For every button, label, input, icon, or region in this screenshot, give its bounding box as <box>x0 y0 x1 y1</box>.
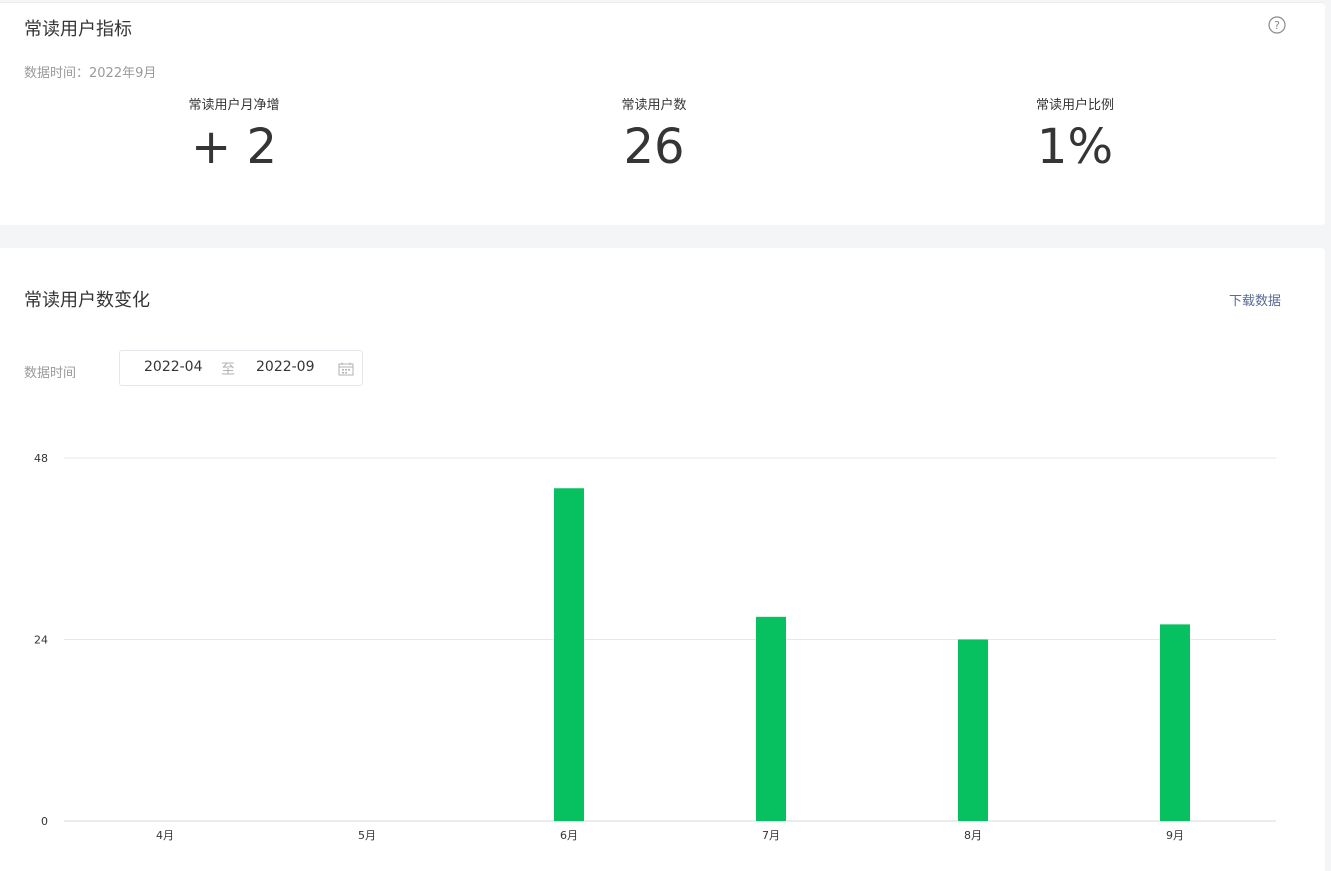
question-circle-icon[interactable]: ? <box>1268 16 1286 34</box>
y-tick-label: 0 <box>41 815 48 828</box>
metric-label: 常读用户比例 <box>1035 98 1114 113</box>
metric-value: 1% <box>1036 119 1114 175</box>
x-tick-label: 7月 <box>762 829 780 842</box>
metric-label: 常读用户数 <box>621 98 687 113</box>
metric-user-count: 常读用户数 26 <box>504 97 804 177</box>
metrics-card: 常读用户指标 ? 数据时间：2022年9月 常读用户月净增 + 2 常读用户数 … <box>0 2 1325 225</box>
svg-text:?: ? <box>1274 19 1280 32</box>
bar <box>958 639 988 821</box>
bar <box>1160 624 1190 821</box>
metric-net-growth: 常读用户月净增 + 2 <box>84 97 384 177</box>
y-tick-label: 48 <box>34 452 48 465</box>
data-time-text: 数据时间：2022年9月 <box>24 66 157 81</box>
trend-card: 常读用户数变化 下载数据 数据时间 2022-04 至 2022-09 0 24 4… <box>0 248 1325 871</box>
metric-value: 26 <box>623 119 685 175</box>
metrics-card-title: 常读用户指标 <box>24 19 132 40</box>
x-tick-label: 5月 <box>358 829 376 842</box>
metric-label: 常读用户月净增 <box>188 98 280 113</box>
bar <box>756 616 786 821</box>
bar <box>554 488 584 821</box>
metric-user-ratio: 常读用户比例 1% <box>925 97 1225 177</box>
y-tick-label: 24 <box>34 634 48 647</box>
user-count-bar-chart: 0 24 48 4月 5月 6月 7月 8月 9月 <box>34 452 1276 842</box>
x-tick-label: 4月 <box>156 829 174 842</box>
x-tick-label: 6月 <box>560 829 578 842</box>
x-tick-label: 8月 <box>964 829 982 842</box>
x-tick-label: 9月 <box>1166 829 1184 842</box>
metric-value: + 2 <box>190 119 277 175</box>
